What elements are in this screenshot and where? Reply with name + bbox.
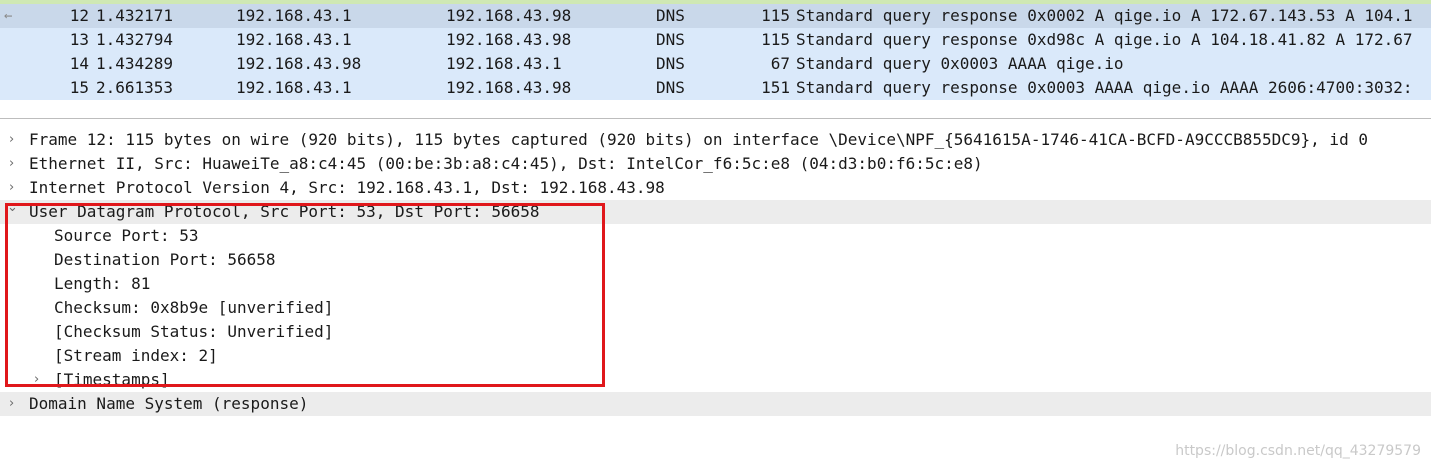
packet-destination: 192.168.43.1 (446, 54, 562, 73)
tree-item-label: User Datagram Protocol, Src Port: 53, Ds… (29, 202, 540, 221)
tree-item-source-port[interactable]: Source Port: 53 (0, 224, 1431, 248)
tree-item-ip[interactable]: › Internet Protocol Version 4, Src: 192.… (0, 176, 1431, 200)
tree-item-label: [Timestamps] (54, 370, 170, 389)
tree-item-checksum[interactable]: Checksum: 0x8b9e [unverified] (0, 296, 1431, 320)
packet-number: 12 (69, 6, 89, 25)
packet-row[interactable]: 15 2.661353 192.168.43.1 192.168.43.98 D… (0, 76, 1431, 100)
tree-item-label: Source Port: 53 (54, 226, 199, 245)
tree-item-label: Checksum: 0x8b9e [unverified] (54, 298, 334, 317)
chevron-right-icon[interactable]: › (9, 128, 14, 152)
packet-list: ← 12 1.432171 192.168.43.1 192.168.43.98… (0, 0, 1431, 102)
tree-item-label: Frame 12: 115 bytes on wire (920 bits), … (29, 130, 1368, 149)
packet-number: 15 (69, 78, 89, 97)
tree-item-label: [Stream index: 2] (54, 346, 218, 365)
packet-time: 1.434289 (96, 54, 174, 73)
packet-time: 1.432794 (96, 30, 174, 49)
packet-info: Standard query 0x0003 AAAA qige.io (796, 54, 1124, 73)
packet-row[interactable]: ← 12 1.432171 192.168.43.1 192.168.43.98… (0, 4, 1431, 28)
packet-destination: 192.168.43.98 (446, 30, 572, 49)
packet-time: 2.661353 (96, 78, 174, 97)
tree-item-frame[interactable]: › Frame 12: 115 bytes on wire (920 bits)… (0, 128, 1431, 152)
tree-item-ethernet[interactable]: › Ethernet II, Src: HuaweiTe_a8:c4:45 (0… (0, 152, 1431, 176)
packet-info: Standard query response 0x0003 AAAA qige… (796, 78, 1413, 97)
tree-item-length[interactable]: Length: 81 (0, 272, 1431, 296)
related-packet-arrow-icon: ← (4, 8, 13, 24)
chevron-right-icon[interactable]: › (9, 152, 14, 176)
tree-item-stream-index[interactable]: [Stream index: 2] (0, 344, 1431, 368)
tree-item-timestamps[interactable]: › [Timestamps] (0, 368, 1431, 392)
tree-item-label: Destination Port: 56658 (54, 250, 276, 269)
packet-row[interactable]: 14 1.434289 192.168.43.98 192.168.43.1 D… (0, 52, 1431, 76)
packet-destination: 192.168.43.98 (446, 78, 572, 97)
tree-item-dns[interactable]: › Domain Name System (response) (0, 392, 1431, 416)
packet-info: Standard query response 0xd98c A qige.io… (796, 30, 1413, 49)
packet-length: 151 (761, 78, 790, 97)
packet-protocol: DNS (656, 54, 685, 73)
tree-item-label: [Checksum Status: Unverified] (54, 322, 334, 341)
tree-item-udp[interactable]: ⌄ User Datagram Protocol, Src Port: 53, … (0, 200, 1431, 224)
chevron-down-icon[interactable]: ⌄ (7, 200, 18, 220)
packet-time: 1.432171 (96, 6, 174, 25)
packet-length: 115 (761, 6, 790, 25)
tree-item-label: Domain Name System (response) (29, 394, 309, 413)
pane-divider[interactable] (0, 118, 1431, 119)
chevron-right-icon[interactable]: › (9, 392, 14, 416)
packet-source: 192.168.43.1 (236, 6, 352, 25)
packet-protocol: DNS (656, 30, 685, 49)
tree-item-destination-port[interactable]: Destination Port: 56658 (0, 248, 1431, 272)
packet-info: Standard query response 0x0002 A qige.io… (796, 6, 1413, 25)
packet-number: 14 (69, 54, 89, 73)
tree-item-label: Length: 81 (54, 274, 151, 293)
chevron-right-icon[interactable]: › (34, 368, 39, 392)
tree-item-label: Ethernet II, Src: HuaweiTe_a8:c4:45 (00:… (29, 154, 983, 173)
packet-row[interactable]: 13 1.432794 192.168.43.1 192.168.43.98 D… (0, 28, 1431, 52)
packet-source: 192.168.43.1 (236, 78, 352, 97)
packet-length: 67 (770, 54, 790, 73)
packet-protocol: DNS (656, 78, 685, 97)
watermark: https://blog.csdn.net/qq_43279579 (1175, 443, 1421, 459)
tree-item-checksum-status[interactable]: [Checksum Status: Unverified] (0, 320, 1431, 344)
packet-details-pane: › Frame 12: 115 bytes on wire (920 bits)… (0, 128, 1431, 471)
packet-number: 13 (69, 30, 89, 49)
packet-source: 192.168.43.1 (236, 30, 352, 49)
tree-item-label: Internet Protocol Version 4, Src: 192.16… (29, 178, 665, 197)
packet-source: 192.168.43.98 (236, 54, 362, 73)
chevron-right-icon[interactable]: › (9, 176, 14, 200)
packet-protocol: DNS (656, 6, 685, 25)
packet-destination: 192.168.43.98 (446, 6, 572, 25)
packet-length: 115 (761, 30, 790, 49)
